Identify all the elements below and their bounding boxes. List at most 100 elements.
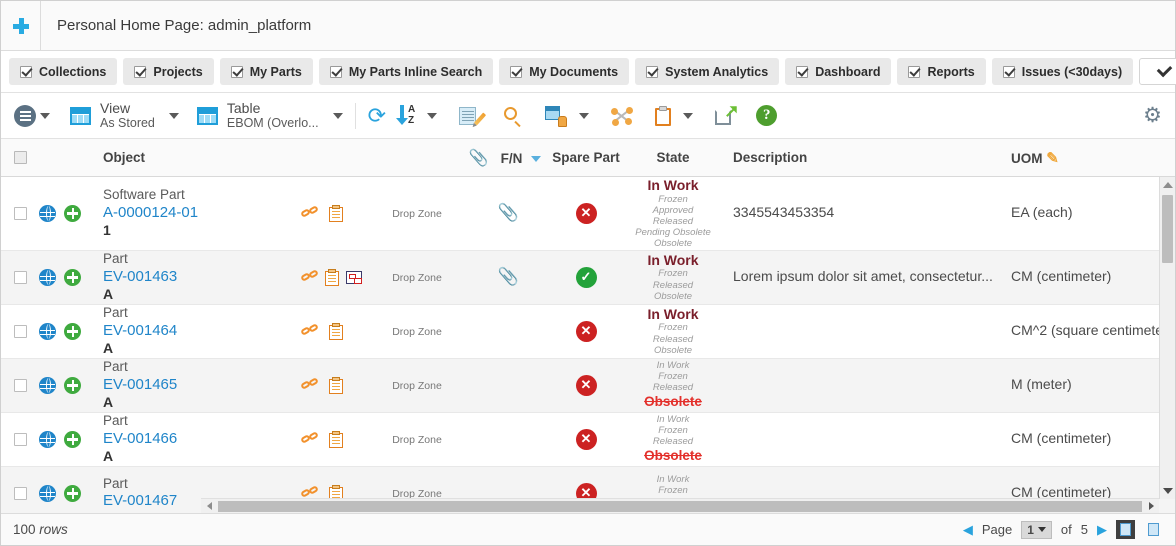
object-name-link[interactable]: A-0000124-01 — [103, 204, 301, 222]
tab-projects[interactable]: Projects — [123, 58, 214, 85]
scroll-up-button[interactable] — [1160, 177, 1175, 193]
tab-issues[interactable]: Issues (<30days) — [991, 58, 1134, 85]
tab-collections[interactable]: Collections — [9, 58, 118, 85]
export-button[interactable] — [710, 97, 741, 135]
row-select-cell[interactable] — [1, 270, 39, 284]
scrollbar-thumb[interactable] — [1162, 195, 1173, 263]
object-name-link[interactable]: EV-001465 — [103, 376, 301, 394]
note-icon[interactable] — [329, 376, 343, 394]
layout-toggle-split[interactable] — [1144, 520, 1163, 539]
column-header-state[interactable]: State — [625, 150, 721, 165]
table-row[interactable]: Software Part A-0000124-01 1 Drop Zone 📎… — [1, 177, 1175, 251]
table-horizontal-scrollbar[interactable] — [201, 498, 1159, 513]
chevron-down-icon[interactable] — [531, 155, 542, 162]
table-row[interactable]: Part EV-001466 A Drop Zone ✕ In Work Fro… — [1, 412, 1175, 467]
note-icon[interactable] — [329, 204, 343, 222]
row-checkbox[interactable] — [13, 486, 27, 500]
checkbox-icon[interactable] — [134, 65, 147, 78]
checkbox-icon[interactable] — [329, 65, 342, 78]
view-selector[interactable]: View As Stored — [65, 97, 184, 135]
add-circle-icon[interactable] — [64, 204, 81, 222]
link-icon[interactable] — [300, 323, 319, 338]
row-select-cell[interactable] — [1, 378, 39, 392]
link-icon[interactable] — [300, 377, 319, 392]
add-page-button[interactable] — [1, 1, 41, 50]
help-button[interactable]: ? — [751, 97, 782, 135]
table-row[interactable]: Part EV-001464 A Drop Zone ✕ In Work Fro… — [1, 304, 1175, 359]
prev-page-icon[interactable]: ◀ — [963, 522, 973, 538]
globe-icon[interactable] — [39, 322, 56, 340]
scroll-right-button[interactable] — [1143, 502, 1159, 510]
row-checkbox[interactable] — [13, 378, 27, 392]
page-select[interactable]: 1 — [1021, 520, 1052, 539]
table-selector[interactable]: Table EBOM (Overlo... — [192, 97, 348, 135]
table-row[interactable]: Part EV-001463 A Drop Zone 📎 ✓ In Work F… — [1, 250, 1175, 305]
drop-zone-cell[interactable]: Drop Zone — [371, 268, 463, 286]
drop-zone-cell[interactable]: Drop Zone — [371, 430, 463, 448]
checkbox-icon[interactable] — [230, 65, 243, 78]
tab-my-parts-inline-search[interactable]: My Parts Inline Search — [318, 58, 494, 85]
note-icon[interactable] — [325, 268, 339, 286]
table-vertical-scrollbar[interactable] — [1159, 177, 1175, 499]
scroll-down-button[interactable] — [1160, 483, 1175, 499]
column-header-description[interactable]: Description — [721, 150, 1011, 165]
row-select-cell[interactable] — [1, 486, 39, 500]
edit-button[interactable] — [454, 97, 487, 135]
attachment-cell[interactable]: 📎 — [463, 204, 547, 223]
add-circle-icon[interactable] — [64, 376, 81, 394]
tab-my-documents[interactable]: My Documents — [499, 58, 630, 85]
add-circle-icon[interactable] — [64, 322, 81, 340]
paperclip-icon[interactable]: 📎 — [498, 204, 519, 221]
column-header-spare-part[interactable]: Spare Part — [547, 150, 625, 165]
add-circle-icon[interactable] — [64, 430, 81, 448]
globe-icon[interactable] — [39, 484, 56, 502]
checkbox-icon[interactable] — [510, 65, 523, 78]
scrollbar-thumb[interactable] — [218, 500, 1142, 512]
pencil-edit-icon[interactable]: ✎ — [1046, 150, 1059, 167]
refresh-button[interactable]: ⟳ — [363, 97, 391, 135]
globe-icon[interactable] — [39, 204, 56, 222]
globe-icon[interactable] — [39, 376, 56, 394]
row-checkbox[interactable] — [13, 206, 27, 220]
sort-button[interactable]: A Z — [396, 97, 442, 135]
tab-reports[interactable]: Reports — [897, 58, 986, 85]
checkbox-icon[interactable] — [796, 65, 809, 78]
cut-button[interactable] — [606, 97, 638, 135]
column-header-fn[interactable]: 📎 F/N — [463, 148, 547, 168]
structure-icon[interactable] — [346, 270, 362, 284]
link-icon[interactable] — [300, 431, 319, 446]
globe-icon[interactable] — [39, 268, 56, 286]
object-name-link[interactable]: EV-001466 — [103, 430, 301, 448]
row-checkbox[interactable] — [13, 432, 27, 446]
drop-zone-cell[interactable]: Drop Zone — [371, 322, 463, 340]
row-checkbox[interactable] — [13, 324, 27, 338]
drop-zone-cell[interactable]: Drop Zone — [371, 204, 463, 222]
add-circle-icon[interactable] — [64, 268, 81, 286]
select-all-cell[interactable] — [1, 151, 39, 164]
globe-icon[interactable] — [39, 430, 56, 448]
checkbox-icon[interactable] — [908, 65, 921, 78]
row-checkbox[interactable] — [13, 270, 27, 284]
column-header-object[interactable]: Object — [101, 150, 301, 165]
actions-menu-button[interactable] — [9, 97, 55, 135]
select-all-checkbox[interactable] — [13, 151, 27, 164]
note-icon[interactable] — [329, 430, 343, 448]
link-icon[interactable] — [300, 269, 319, 284]
attachment-cell[interactable]: 📎 — [463, 268, 547, 287]
ok-button[interactable]: Ok — [1139, 58, 1176, 85]
checkbox-icon[interactable] — [646, 65, 659, 78]
row-select-cell[interactable] — [1, 206, 39, 220]
next-page-icon[interactable]: ▶ — [1097, 522, 1107, 538]
tab-system-analytics[interactable]: System Analytics — [635, 58, 780, 85]
tab-my-parts[interactable]: My Parts — [219, 58, 313, 85]
table-select-button[interactable] — [540, 97, 594, 135]
column-header-uom[interactable]: UOM ✎ — [1011, 149, 1175, 167]
note-icon[interactable] — [329, 322, 343, 340]
object-name-link[interactable]: EV-001463 — [103, 268, 301, 286]
drop-zone-cell[interactable]: Drop Zone — [371, 376, 463, 394]
checkbox-icon[interactable] — [1002, 65, 1015, 78]
layout-toggle-single[interactable] — [1116, 520, 1135, 539]
row-select-cell[interactable] — [1, 324, 39, 338]
settings-button[interactable]: ⚙ — [1138, 97, 1167, 135]
row-select-cell[interactable] — [1, 432, 39, 446]
